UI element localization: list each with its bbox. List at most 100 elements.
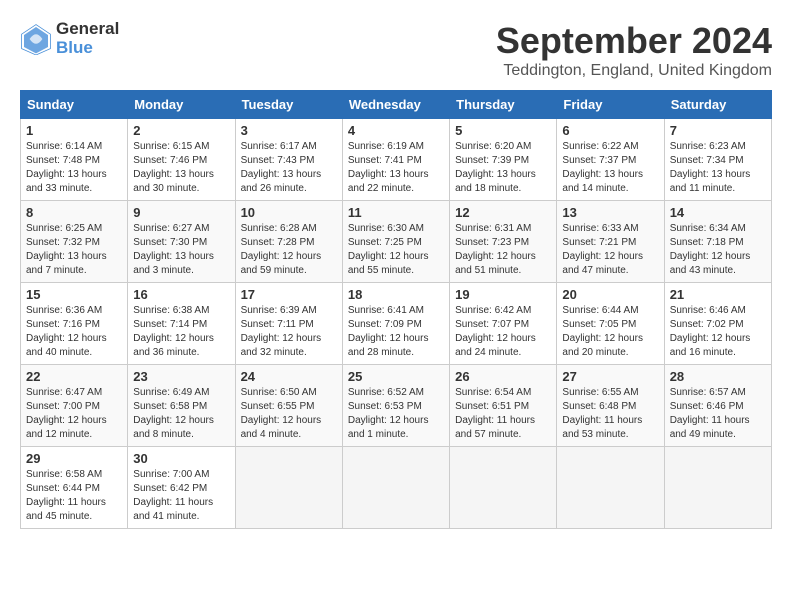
logo: General Blue — [20, 20, 119, 57]
day-number: 28 — [670, 369, 766, 384]
day-info: Sunrise: 6:30 AMSunset: 7:25 PMDaylight:… — [348, 222, 444, 278]
day-number: 9 — [133, 205, 229, 220]
day-info: Sunrise: 6:34 AMSunset: 7:18 PMDaylight:… — [670, 222, 766, 278]
day-info: Sunrise: 6:14 AMSunset: 7:48 PMDaylight:… — [26, 140, 122, 196]
calendar-day-cell: 16 Sunrise: 6:38 AMSunset: 7:14 PMDayligh… — [128, 283, 235, 365]
calendar-day-cell: 14 Sunrise: 6:34 AMSunset: 7:18 PMDayligh… — [664, 201, 771, 283]
day-info: Sunrise: 6:49 AMSunset: 6:58 PMDaylight:… — [133, 386, 229, 442]
day-info: Sunrise: 6:46 AMSunset: 7:02 PMDaylight:… — [670, 304, 766, 360]
weekday-header: Tuesday — [235, 91, 342, 119]
day-number: 7 — [670, 123, 766, 138]
day-info: Sunrise: 6:44 AMSunset: 7:05 PMDaylight:… — [562, 304, 658, 360]
day-number: 2 — [133, 123, 229, 138]
title-section: September 2024 Teddington, England, Unit… — [496, 20, 772, 80]
location: Teddington, England, United Kingdom — [496, 62, 772, 80]
day-number: 18 — [348, 287, 444, 302]
day-info: Sunrise: 6:52 AMSunset: 6:53 PMDaylight:… — [348, 386, 444, 442]
day-info: Sunrise: 6:55 AMSunset: 6:48 PMDaylight:… — [562, 386, 658, 442]
day-info: Sunrise: 6:47 AMSunset: 7:00 PMDaylight:… — [26, 386, 122, 442]
day-number: 24 — [241, 369, 337, 384]
empty-cell — [450, 447, 557, 529]
day-number: 25 — [348, 369, 444, 384]
day-info: Sunrise: 6:19 AMSunset: 7:41 PMDaylight:… — [348, 140, 444, 196]
day-number: 4 — [348, 123, 444, 138]
page-header: General Blue September 2024 Teddington, … — [20, 20, 772, 80]
weekday-header: Thursday — [450, 91, 557, 119]
calendar-week-row: 15 Sunrise: 6:36 AMSunset: 7:16 PMDayligh… — [21, 283, 772, 365]
weekday-header: Monday — [128, 91, 235, 119]
day-number: 30 — [133, 451, 229, 466]
day-info: Sunrise: 6:28 AMSunset: 7:28 PMDaylight:… — [241, 222, 337, 278]
calendar-day-cell: 17 Sunrise: 6:39 AMSunset: 7:11 PMDayligh… — [235, 283, 342, 365]
day-info: Sunrise: 6:33 AMSunset: 7:21 PMDaylight:… — [562, 222, 658, 278]
calendar-day-cell: 22 Sunrise: 6:47 AMSunset: 7:00 PMDayligh… — [21, 365, 128, 447]
weekday-header: Friday — [557, 91, 664, 119]
calendar-day-cell: 21Sunrise: 6:46 AMSunset: 7:02 PMDayligh… — [664, 283, 771, 365]
day-info: Sunrise: 6:50 AMSunset: 6:55 PMDaylight:… — [241, 386, 337, 442]
day-info: Sunrise: 6:23 AMSunset: 7:34 PMDaylight:… — [670, 140, 766, 196]
day-info: Sunrise: 6:36 AMSunset: 7:16 PMDaylight:… — [26, 304, 122, 360]
weekday-header: Wednesday — [342, 91, 449, 119]
day-info: Sunrise: 6:27 AMSunset: 7:30 PMDaylight:… — [133, 222, 229, 278]
day-info: Sunrise: 6:57 AMSunset: 6:46 PMDaylight:… — [670, 386, 766, 442]
weekday-header: Saturday — [664, 91, 771, 119]
day-number: 14 — [670, 205, 766, 220]
day-info: Sunrise: 6:38 AMSunset: 7:14 PMDaylight:… — [133, 304, 229, 360]
day-info: Sunrise: 6:39 AMSunset: 7:11 PMDaylight:… — [241, 304, 337, 360]
weekday-header: Sunday — [21, 91, 128, 119]
calendar-day-cell: 30 Sunrise: 7:00 AMSunset: 6:42 PMDayligh… — [128, 447, 235, 529]
calendar-day-cell: 10 Sunrise: 6:28 AMSunset: 7:28 PMDayligh… — [235, 201, 342, 283]
day-info: Sunrise: 6:41 AMSunset: 7:09 PMDaylight:… — [348, 304, 444, 360]
day-info: Sunrise: 6:20 AMSunset: 7:39 PMDaylight:… — [455, 140, 551, 196]
day-info: Sunrise: 7:00 AMSunset: 6:42 PMDaylight:… — [133, 468, 229, 524]
day-number: 29 — [26, 451, 122, 466]
calendar-week-row: 1 Sunrise: 6:14 AMSunset: 7:48 PMDaylight… — [21, 119, 772, 201]
day-number: 12 — [455, 205, 551, 220]
logo-icon — [20, 23, 52, 55]
day-number: 10 — [241, 205, 337, 220]
calendar-week-row: 22 Sunrise: 6:47 AMSunset: 7:00 PMDayligh… — [21, 365, 772, 447]
day-number: 20 — [562, 287, 658, 302]
calendar-day-cell: 25 Sunrise: 6:52 AMSunset: 6:53 PMDayligh… — [342, 365, 449, 447]
calendar-day-cell: 6 Sunrise: 6:22 AMSunset: 7:37 PMDaylight… — [557, 119, 664, 201]
calendar-table: SundayMondayTuesdayWednesdayThursdayFrid… — [20, 90, 772, 529]
day-info: Sunrise: 6:25 AMSunset: 7:32 PMDaylight:… — [26, 222, 122, 278]
day-number: 26 — [455, 369, 551, 384]
calendar-day-cell: 15 Sunrise: 6:36 AMSunset: 7:16 PMDayligh… — [21, 283, 128, 365]
empty-cell — [235, 447, 342, 529]
calendar-day-cell: 19Sunrise: 6:42 AMSunset: 7:07 PMDayligh… — [450, 283, 557, 365]
calendar-day-cell: 23 Sunrise: 6:49 AMSunset: 6:58 PMDayligh… — [128, 365, 235, 447]
day-number: 6 — [562, 123, 658, 138]
day-info: Sunrise: 6:42 AMSunset: 7:07 PMDaylight:… — [455, 304, 551, 360]
calendar-day-cell: 26Sunrise: 6:54 AMSunset: 6:51 PMDayligh… — [450, 365, 557, 447]
calendar-day-cell: 18 Sunrise: 6:41 AMSunset: 7:09 PMDayligh… — [342, 283, 449, 365]
weekday-header-row: SundayMondayTuesdayWednesdayThursdayFrid… — [21, 91, 772, 119]
empty-cell — [557, 447, 664, 529]
calendar-day-cell: 8 Sunrise: 6:25 AMSunset: 7:32 PMDaylight… — [21, 201, 128, 283]
day-info: Sunrise: 6:58 AMSunset: 6:44 PMDaylight:… — [26, 468, 122, 524]
day-number: 3 — [241, 123, 337, 138]
day-number: 15 — [26, 287, 122, 302]
calendar-day-cell: 5 Sunrise: 6:20 AMSunset: 7:39 PMDaylight… — [450, 119, 557, 201]
calendar-day-cell: 20 Sunrise: 6:44 AMSunset: 7:05 PMDayligh… — [557, 283, 664, 365]
day-number: 23 — [133, 369, 229, 384]
month-title: September 2024 — [496, 20, 772, 62]
calendar-day-cell: 13Sunrise: 6:33 AMSunset: 7:21 PMDayligh… — [557, 201, 664, 283]
calendar-week-row: 29 Sunrise: 6:58 AMSunset: 6:44 PMDayligh… — [21, 447, 772, 529]
calendar-day-cell: 24 Sunrise: 6:50 AMSunset: 6:55 PMDayligh… — [235, 365, 342, 447]
calendar-day-cell: 29 Sunrise: 6:58 AMSunset: 6:44 PMDayligh… — [21, 447, 128, 529]
calendar-week-row: 8 Sunrise: 6:25 AMSunset: 7:32 PMDaylight… — [21, 201, 772, 283]
day-number: 17 — [241, 287, 337, 302]
day-info: Sunrise: 6:22 AMSunset: 7:37 PMDaylight:… — [562, 140, 658, 196]
day-number: 16 — [133, 287, 229, 302]
day-number: 8 — [26, 205, 122, 220]
day-number: 22 — [26, 369, 122, 384]
logo-text: General Blue — [56, 20, 119, 57]
day-number: 5 — [455, 123, 551, 138]
day-number: 27 — [562, 369, 658, 384]
calendar-day-cell: 28 Sunrise: 6:57 AMSunset: 6:46 PMDayligh… — [664, 365, 771, 447]
day-number: 1 — [26, 123, 122, 138]
day-info: Sunrise: 6:17 AMSunset: 7:43 PMDaylight:… — [241, 140, 337, 196]
calendar-day-cell: 4 Sunrise: 6:19 AMSunset: 7:41 PMDaylight… — [342, 119, 449, 201]
calendar-day-cell: 2Sunrise: 6:15 AMSunset: 7:46 PMDaylight… — [128, 119, 235, 201]
